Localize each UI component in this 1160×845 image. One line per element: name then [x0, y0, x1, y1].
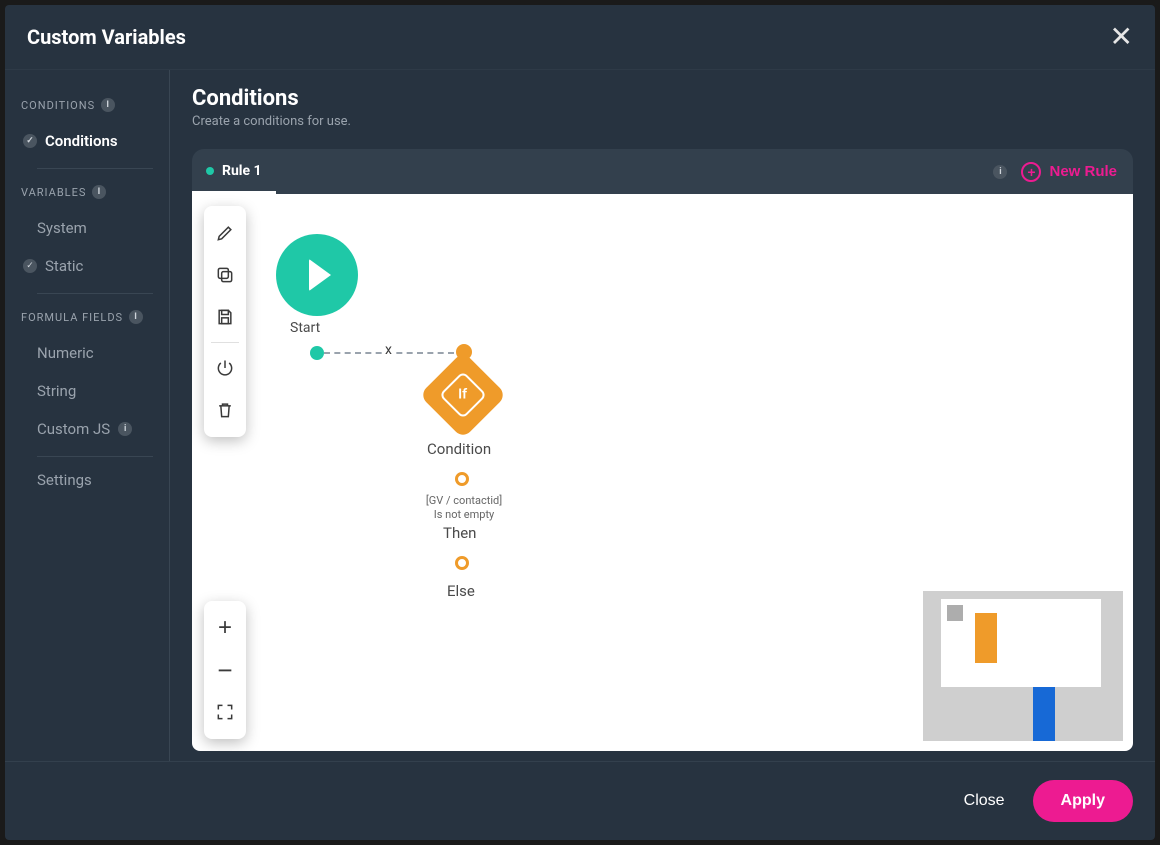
zoom-in-button[interactable]: +: [204, 607, 246, 649]
custom-variables-modal: Custom Variables ✕ CONDITIONS i ✓ Condit…: [5, 5, 1155, 840]
minimap-rect: [1033, 687, 1055, 741]
close-icon: ✕: [1110, 21, 1133, 52]
fullscreen-icon: [215, 702, 235, 722]
divider: [37, 293, 153, 294]
minimap-viewport: [941, 599, 1101, 687]
minimap-rect: [947, 605, 963, 621]
minus-icon: −: [217, 657, 232, 683]
modal-header: Custom Variables ✕: [5, 5, 1155, 70]
pencil-icon: [215, 223, 235, 243]
delete-tool[interactable]: [204, 389, 246, 431]
info-icon[interactable]: i: [92, 185, 106, 199]
info-icon[interactable]: i: [101, 98, 115, 112]
sidebar-section-formula: FORMULA FIELDS i: [21, 310, 169, 324]
sidebar-item-label: System: [37, 219, 87, 237]
condition-node[interactable]: If: [419, 351, 507, 439]
canvas-toolbar-zoom: + −: [204, 601, 246, 739]
sidebar-item-label: Numeric: [37, 344, 94, 362]
page-title: Conditions: [192, 86, 1133, 111]
condition-if-port[interactable]: [455, 472, 469, 486]
modal-close-button[interactable]: ✕: [1110, 23, 1133, 51]
save-tool[interactable]: [204, 296, 246, 338]
modal-title: Custom Variables: [27, 25, 186, 49]
start-output-port[interactable]: [310, 346, 324, 360]
sidebar-section-conditions: CONDITIONS i: [21, 98, 169, 112]
copy-tool[interactable]: [204, 254, 246, 296]
else-label: Else: [447, 582, 475, 600]
then-label: Then: [443, 524, 476, 542]
power-icon: [215, 358, 235, 378]
edge-delete-button[interactable]: x: [382, 342, 395, 358]
sidebar-item-settings[interactable]: Settings: [21, 461, 169, 499]
condition-node-text: If: [458, 387, 467, 403]
expr-line1: [GV / contactid]: [392, 494, 536, 508]
sidebar: CONDITIONS i ✓ Conditions VARIABLES i Sy…: [5, 70, 170, 761]
minimap-rect: [975, 613, 997, 663]
sidebar-item-numeric[interactable]: Numeric: [21, 334, 169, 372]
fit-view-button[interactable]: [204, 691, 246, 733]
apply-button[interactable]: Apply: [1033, 780, 1133, 822]
zoom-out-button[interactable]: −: [204, 649, 246, 691]
divider: [37, 168, 153, 169]
edit-tool[interactable]: [204, 212, 246, 254]
condition-diamond-icon: If: [439, 371, 487, 419]
check-icon: ✓: [23, 134, 37, 148]
sidebar-item-system[interactable]: System: [21, 209, 169, 247]
close-button[interactable]: Close: [956, 782, 1013, 820]
tabs-left: Rule 1: [192, 149, 276, 194]
info-icon: i: [118, 422, 132, 436]
minimap[interactable]: [923, 591, 1123, 741]
page-subtitle: Create a conditions for use.: [192, 114, 1133, 129]
section-label: VARIABLES: [21, 186, 86, 199]
sidebar-item-label: Static: [45, 257, 83, 275]
toolbar-divider: [211, 342, 239, 343]
tab-label: Rule 1: [222, 163, 262, 179]
section-label: FORMULA FIELDS: [21, 311, 123, 324]
tabs-right: i + New Rule: [993, 156, 1121, 188]
main-panel: Conditions Create a conditions for use. …: [170, 70, 1155, 761]
sidebar-section-variables: VARIABLES i: [21, 185, 169, 199]
modal-footer: Close Apply: [5, 761, 1155, 840]
active-dot-icon: [206, 167, 214, 175]
sidebar-item-static[interactable]: ✓ Static: [21, 247, 169, 285]
info-icon[interactable]: i: [129, 310, 143, 324]
expr-line2: Is not empty: [392, 508, 536, 522]
power-tool[interactable]: [204, 347, 246, 389]
tab-rule-1[interactable]: Rule 1: [192, 149, 276, 194]
divider: [37, 456, 153, 457]
save-icon: [215, 307, 235, 327]
new-rule-button[interactable]: + New Rule: [1017, 156, 1121, 188]
play-icon: [309, 259, 331, 291]
sidebar-item-label: Settings: [37, 471, 92, 489]
plus-icon: +: [218, 616, 232, 640]
condition-else-port[interactable]: [455, 556, 469, 570]
new-rule-label: New Rule: [1049, 163, 1117, 180]
start-node-label: Start: [290, 320, 320, 336]
sidebar-item-conditions[interactable]: ✓ Conditions: [21, 122, 169, 160]
check-icon: ✓: [23, 259, 37, 273]
condition-node-label: Condition: [427, 440, 491, 458]
sidebar-item-label: Conditions: [45, 132, 118, 150]
canvas-toolbar-top: [204, 206, 246, 437]
copy-icon: [215, 265, 235, 285]
sidebar-item-customjs[interactable]: Custom JS i: [21, 410, 169, 448]
rule-tabs-bar: Rule 1 i + New Rule: [192, 149, 1133, 194]
sidebar-item-label: String: [37, 382, 76, 400]
start-node[interactable]: [276, 234, 358, 316]
condition-expression: [GV / contactid] Is not empty: [392, 494, 536, 523]
modal-body: CONDITIONS i ✓ Conditions VARIABLES i Sy…: [5, 70, 1155, 761]
sidebar-item-string[interactable]: String: [21, 372, 169, 410]
flow-canvas[interactable]: + − Start x: [192, 194, 1133, 751]
sidebar-item-label: Custom JS: [37, 420, 110, 438]
trash-icon: [215, 400, 235, 420]
plus-circle-icon: +: [1021, 162, 1041, 182]
section-label: CONDITIONS: [21, 99, 95, 112]
info-icon[interactable]: i: [993, 165, 1007, 179]
